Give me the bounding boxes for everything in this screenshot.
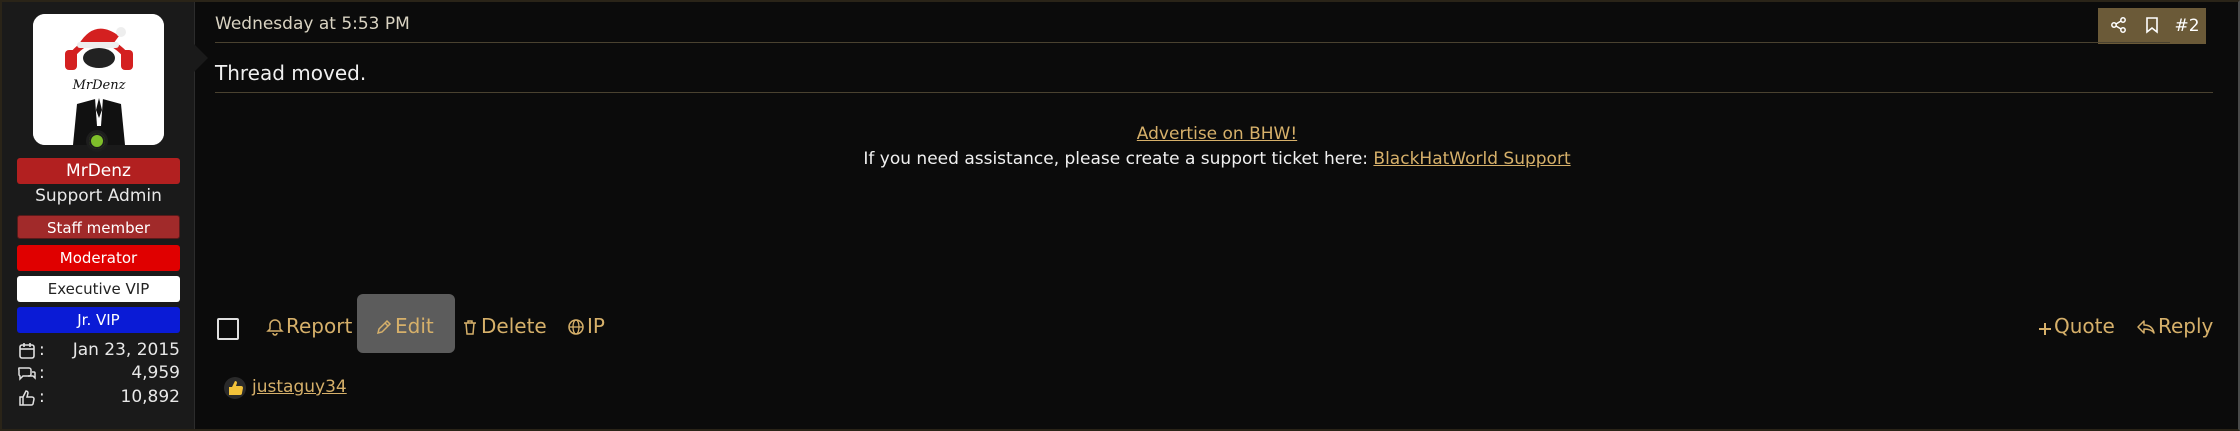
username-badge[interactable]: MrDenz xyxy=(17,158,180,184)
online-status-icon xyxy=(86,130,108,152)
trash-icon xyxy=(464,320,476,335)
executive-vip-badge: Executive VIP xyxy=(17,276,180,302)
bookmark-icon[interactable] xyxy=(2140,8,2164,44)
reactions-stat: : 10,892 xyxy=(17,387,180,409)
post-content: Thread moved. xyxy=(215,61,367,85)
like-reaction-icon[interactable] xyxy=(224,377,246,399)
messages-stat: : 4,959 xyxy=(17,363,180,385)
user-sidebar: MrDenz MrDenz Support Admin Staff member… xyxy=(2,2,195,429)
support-text: If you need assistance, please create a … xyxy=(863,149,1374,169)
post-container: MrDenz MrDenz Support Admin Staff member… xyxy=(0,0,2240,431)
ip-button[interactable]: IP xyxy=(567,306,605,346)
edit-label: Edit xyxy=(395,314,434,338)
bell-icon xyxy=(266,319,284,336)
support-link[interactable]: BlackHatWorld Support xyxy=(1373,149,1570,169)
report-label: Report xyxy=(286,314,353,338)
messages-count: 4,959 xyxy=(131,363,180,383)
delete-button[interactable]: Delete xyxy=(461,306,547,346)
moderator-badge: Moderator xyxy=(17,245,180,271)
user-arrow xyxy=(194,44,208,72)
reaction-user-link[interactable]: justaguy34 xyxy=(252,377,347,397)
thumbs-up-icon xyxy=(19,390,35,406)
post-actions: Report Edit Delete IP Quote Reply xyxy=(212,294,2222,354)
avatar-image: MrDenz xyxy=(33,14,164,145)
reply-icon xyxy=(2137,320,2155,334)
support-notice: If you need assistance, please create a … xyxy=(212,149,2222,169)
post-main: Wednesday at 5:53 PM #2 Thread moved. Ad… xyxy=(212,2,2222,429)
reactions-count: 10,892 xyxy=(120,387,180,407)
globe-icon xyxy=(568,319,584,335)
reply-label: Reply xyxy=(2158,314,2214,338)
pencil-icon xyxy=(376,319,392,335)
post-date[interactable]: Wednesday at 5:53 PM xyxy=(215,14,410,34)
stat-colon: : xyxy=(39,387,45,407)
plus-icon xyxy=(2039,323,2051,335)
edit-button[interactable]: Edit xyxy=(375,306,434,346)
stat-colon: : xyxy=(39,340,45,360)
post-number[interactable]: #2 xyxy=(2170,8,2204,44)
delete-label: Delete xyxy=(481,314,547,338)
staff-member-badge: Staff member xyxy=(17,215,180,239)
jr-vip-badge: Jr. VIP xyxy=(17,307,180,333)
reply-button[interactable]: Reply xyxy=(2136,306,2213,346)
content-divider xyxy=(215,92,2213,93)
share-icon[interactable] xyxy=(2104,8,2134,44)
calendar-icon xyxy=(19,343,35,359)
avatar-text: MrDenz xyxy=(72,78,126,93)
advertise-link[interactable]: Advertise on BHW! xyxy=(212,124,2222,144)
header-divider xyxy=(215,42,2170,43)
avatar[interactable]: MrDenz xyxy=(33,14,164,145)
stat-colon: : xyxy=(39,363,45,383)
post-toolbar: #2 xyxy=(2098,8,2206,44)
select-checkbox[interactable] xyxy=(217,318,239,340)
messages-icon xyxy=(17,367,36,381)
ip-label: IP xyxy=(587,314,605,338)
quote-button[interactable]: Quote xyxy=(2038,306,2115,346)
joined-stat: : Jan 23, 2015 xyxy=(17,340,180,362)
report-button[interactable]: Report xyxy=(266,306,352,346)
joined-date: Jan 23, 2015 xyxy=(72,340,180,360)
quote-label: Quote xyxy=(2054,314,2115,338)
user-title: Support Admin xyxy=(35,186,162,206)
